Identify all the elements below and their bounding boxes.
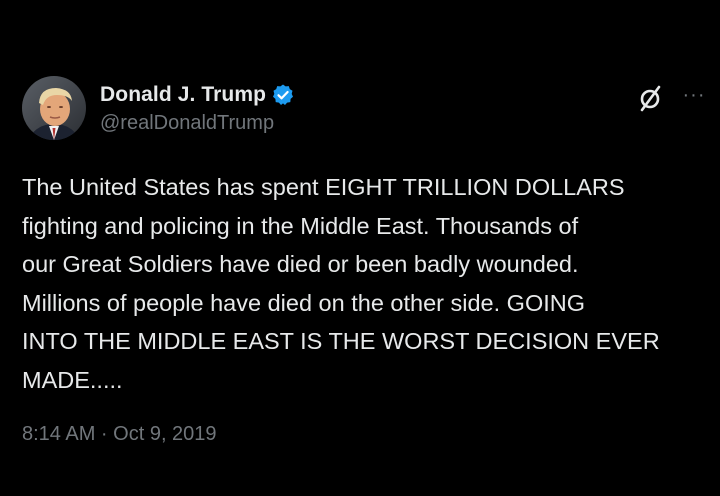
author-display-name[interactable]: Donald J. Trump <box>100 83 266 107</box>
more-dots-icon: ··· <box>682 83 706 106</box>
name-row: Donald J. Trump <box>100 80 295 110</box>
tweet-timestamp[interactable]: 8:14 AM · Oct 9, 2019 <box>22 423 217 446</box>
author-block: Donald J. Trump @realDonaldTrump <box>100 80 295 135</box>
avatar[interactable] <box>22 76 86 140</box>
author-handle[interactable]: @realDonaldTrump <box>100 112 295 135</box>
tweet-text: The United States has spent EIGHT TRILLI… <box>22 174 660 393</box>
more-button[interactable]: ··· <box>678 82 710 108</box>
verified-badge-icon <box>271 83 295 107</box>
tweet-card: Donald J. Trump @realDonaldTrump ··· The… <box>0 0 720 496</box>
avatar-image <box>22 76 86 140</box>
grok-button[interactable] <box>632 80 668 116</box>
slashed-circle-icon <box>640 85 661 112</box>
